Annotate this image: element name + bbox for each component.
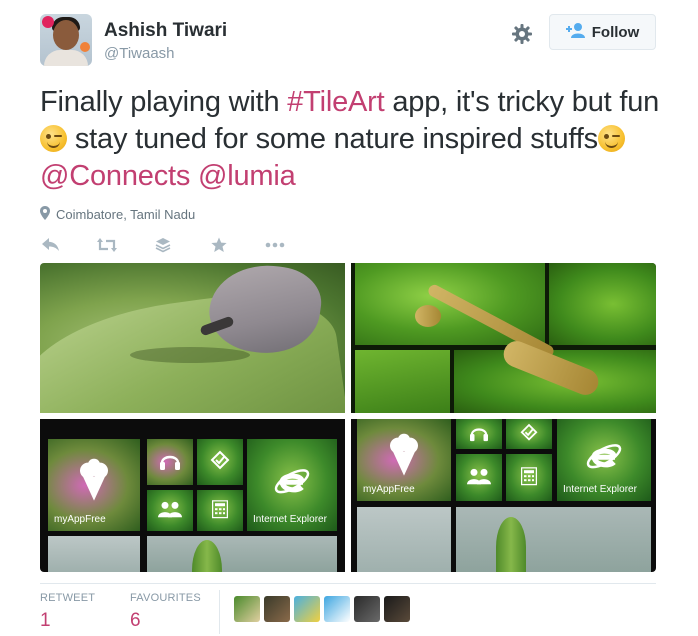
app-tile: myAppFree [357, 419, 451, 501]
people-icon [158, 501, 182, 517]
location-label: Coimbatore, Tamil Nadu [56, 207, 196, 222]
retweet-count: 1 [40, 610, 51, 631]
favouriter-avatar[interactable] [264, 596, 290, 622]
internet-explorer-icon [274, 469, 310, 494]
butterfly-photo[interactable] [40, 263, 345, 413]
retweet-label: RETWEET [40, 592, 96, 604]
follow-label: Follow [591, 23, 640, 41]
tweet-stats: RETWEET 1 FAVOURITES 6 [40, 592, 220, 632]
windows-tiles-screenshot[interactable]: myAppFree Internet Explorer [40, 419, 345, 572]
favouriter-avatar[interactable] [294, 596, 320, 622]
favouriter-avatar[interactable] [354, 596, 380, 622]
headphones-icon [470, 428, 488, 442]
checklist-icon [210, 450, 230, 470]
tweet-text-part3: stay tuned for some nature inspired stuf… [67, 123, 598, 155]
mention-link[interactable]: @Connects [40, 160, 190, 192]
favourites-count: 6 [130, 610, 141, 631]
checklist-icon [520, 423, 538, 441]
photo-tile [48, 536, 140, 572]
app-tile: myAppFree [48, 439, 140, 531]
hashtag-link[interactable]: #TileArt [287, 86, 384, 118]
tweet-text-part2: app, it's tricky but fun [384, 86, 660, 118]
user-avatar[interactable] [40, 14, 92, 66]
mention-link[interactable]: @lumia [198, 160, 296, 192]
bud-shape [192, 540, 222, 572]
retweet-stat[interactable]: RETWEET 1 [40, 592, 130, 632]
favouriter-avatars [234, 596, 410, 622]
app-tile: Internet Explorer [557, 419, 651, 501]
mantis-tile-photo[interactable] [351, 263, 656, 413]
app-tile [456, 419, 502, 449]
user-handle[interactable]: @Tiwaash [104, 45, 175, 62]
internet-explorer-icon [586, 444, 622, 469]
app-tile [506, 419, 552, 449]
ice-cream-icon [80, 458, 108, 501]
app-tile-label: Internet Explorer [563, 484, 637, 495]
app-tile: Internet Explorer [247, 439, 337, 531]
avatar-badge-2 [80, 42, 90, 52]
app-tile [456, 454, 502, 501]
app-tile [197, 490, 243, 531]
app-tile [147, 439, 193, 485]
winking-face-icon [40, 125, 67, 152]
windows-tiles-screenshot[interactable]: myAppFree Internet Explorer [351, 419, 656, 572]
tweet-header: Ashish Tiwari @Tiwaash Follow [40, 14, 656, 68]
tweet-text: Finally playing with #TileArt app, it's … [40, 84, 670, 195]
bud-shape [496, 517, 526, 572]
favourites-stat[interactable]: FAVOURITES 6 [130, 592, 220, 632]
buffer-icon[interactable] [152, 234, 174, 256]
app-tile [147, 490, 193, 531]
tweet-text-part1: Finally playing with [40, 86, 288, 118]
calculator-icon [212, 499, 228, 518]
stats-divider [40, 583, 656, 584]
app-tile-label: Internet Explorer [253, 514, 327, 525]
people-icon [467, 468, 491, 484]
calculator-icon [521, 466, 537, 485]
avatar-badge [42, 16, 54, 28]
photo-tile [549, 263, 656, 345]
reply-icon[interactable] [40, 234, 62, 256]
favouriter-avatar[interactable] [234, 596, 260, 622]
gear-icon[interactable] [510, 22, 534, 46]
favouriter-avatar[interactable] [324, 596, 350, 622]
tweet-location[interactable]: Coimbatore, Tamil Nadu [40, 206, 195, 223]
app-tile [506, 454, 552, 501]
user-name[interactable]: Ashish Tiwari [104, 20, 227, 42]
mantis-head [415, 305, 441, 327]
stats-separator [219, 590, 220, 634]
tweet-media[interactable]: myAppFree Internet Explorer myAppFree In… [40, 263, 656, 572]
winking-face-icon [597, 125, 625, 152]
photo-tile [456, 507, 651, 572]
headphones-icon [160, 455, 180, 470]
location-pin-icon [40, 206, 50, 223]
ice-cream-icon [390, 433, 418, 476]
app-tile [197, 439, 243, 485]
add-user-icon [565, 22, 586, 42]
follow-button[interactable]: Follow [549, 14, 656, 50]
avatar-shirt [44, 50, 88, 66]
app-tile-label: myAppFree [363, 484, 415, 495]
favorite-icon[interactable] [208, 234, 230, 256]
photo-tile [357, 507, 451, 572]
app-tile-label: myAppFree [54, 514, 106, 525]
favouriter-avatar[interactable] [384, 596, 410, 622]
photo-shadow [130, 347, 250, 363]
photo-tile [355, 350, 450, 413]
avatar-face [53, 20, 79, 50]
more-icon[interactable] [264, 234, 286, 256]
photo-tile [147, 536, 337, 572]
retweet-icon[interactable] [96, 234, 118, 256]
tweet-actions [40, 234, 320, 256]
favourites-label: FAVOURITES [130, 592, 201, 604]
